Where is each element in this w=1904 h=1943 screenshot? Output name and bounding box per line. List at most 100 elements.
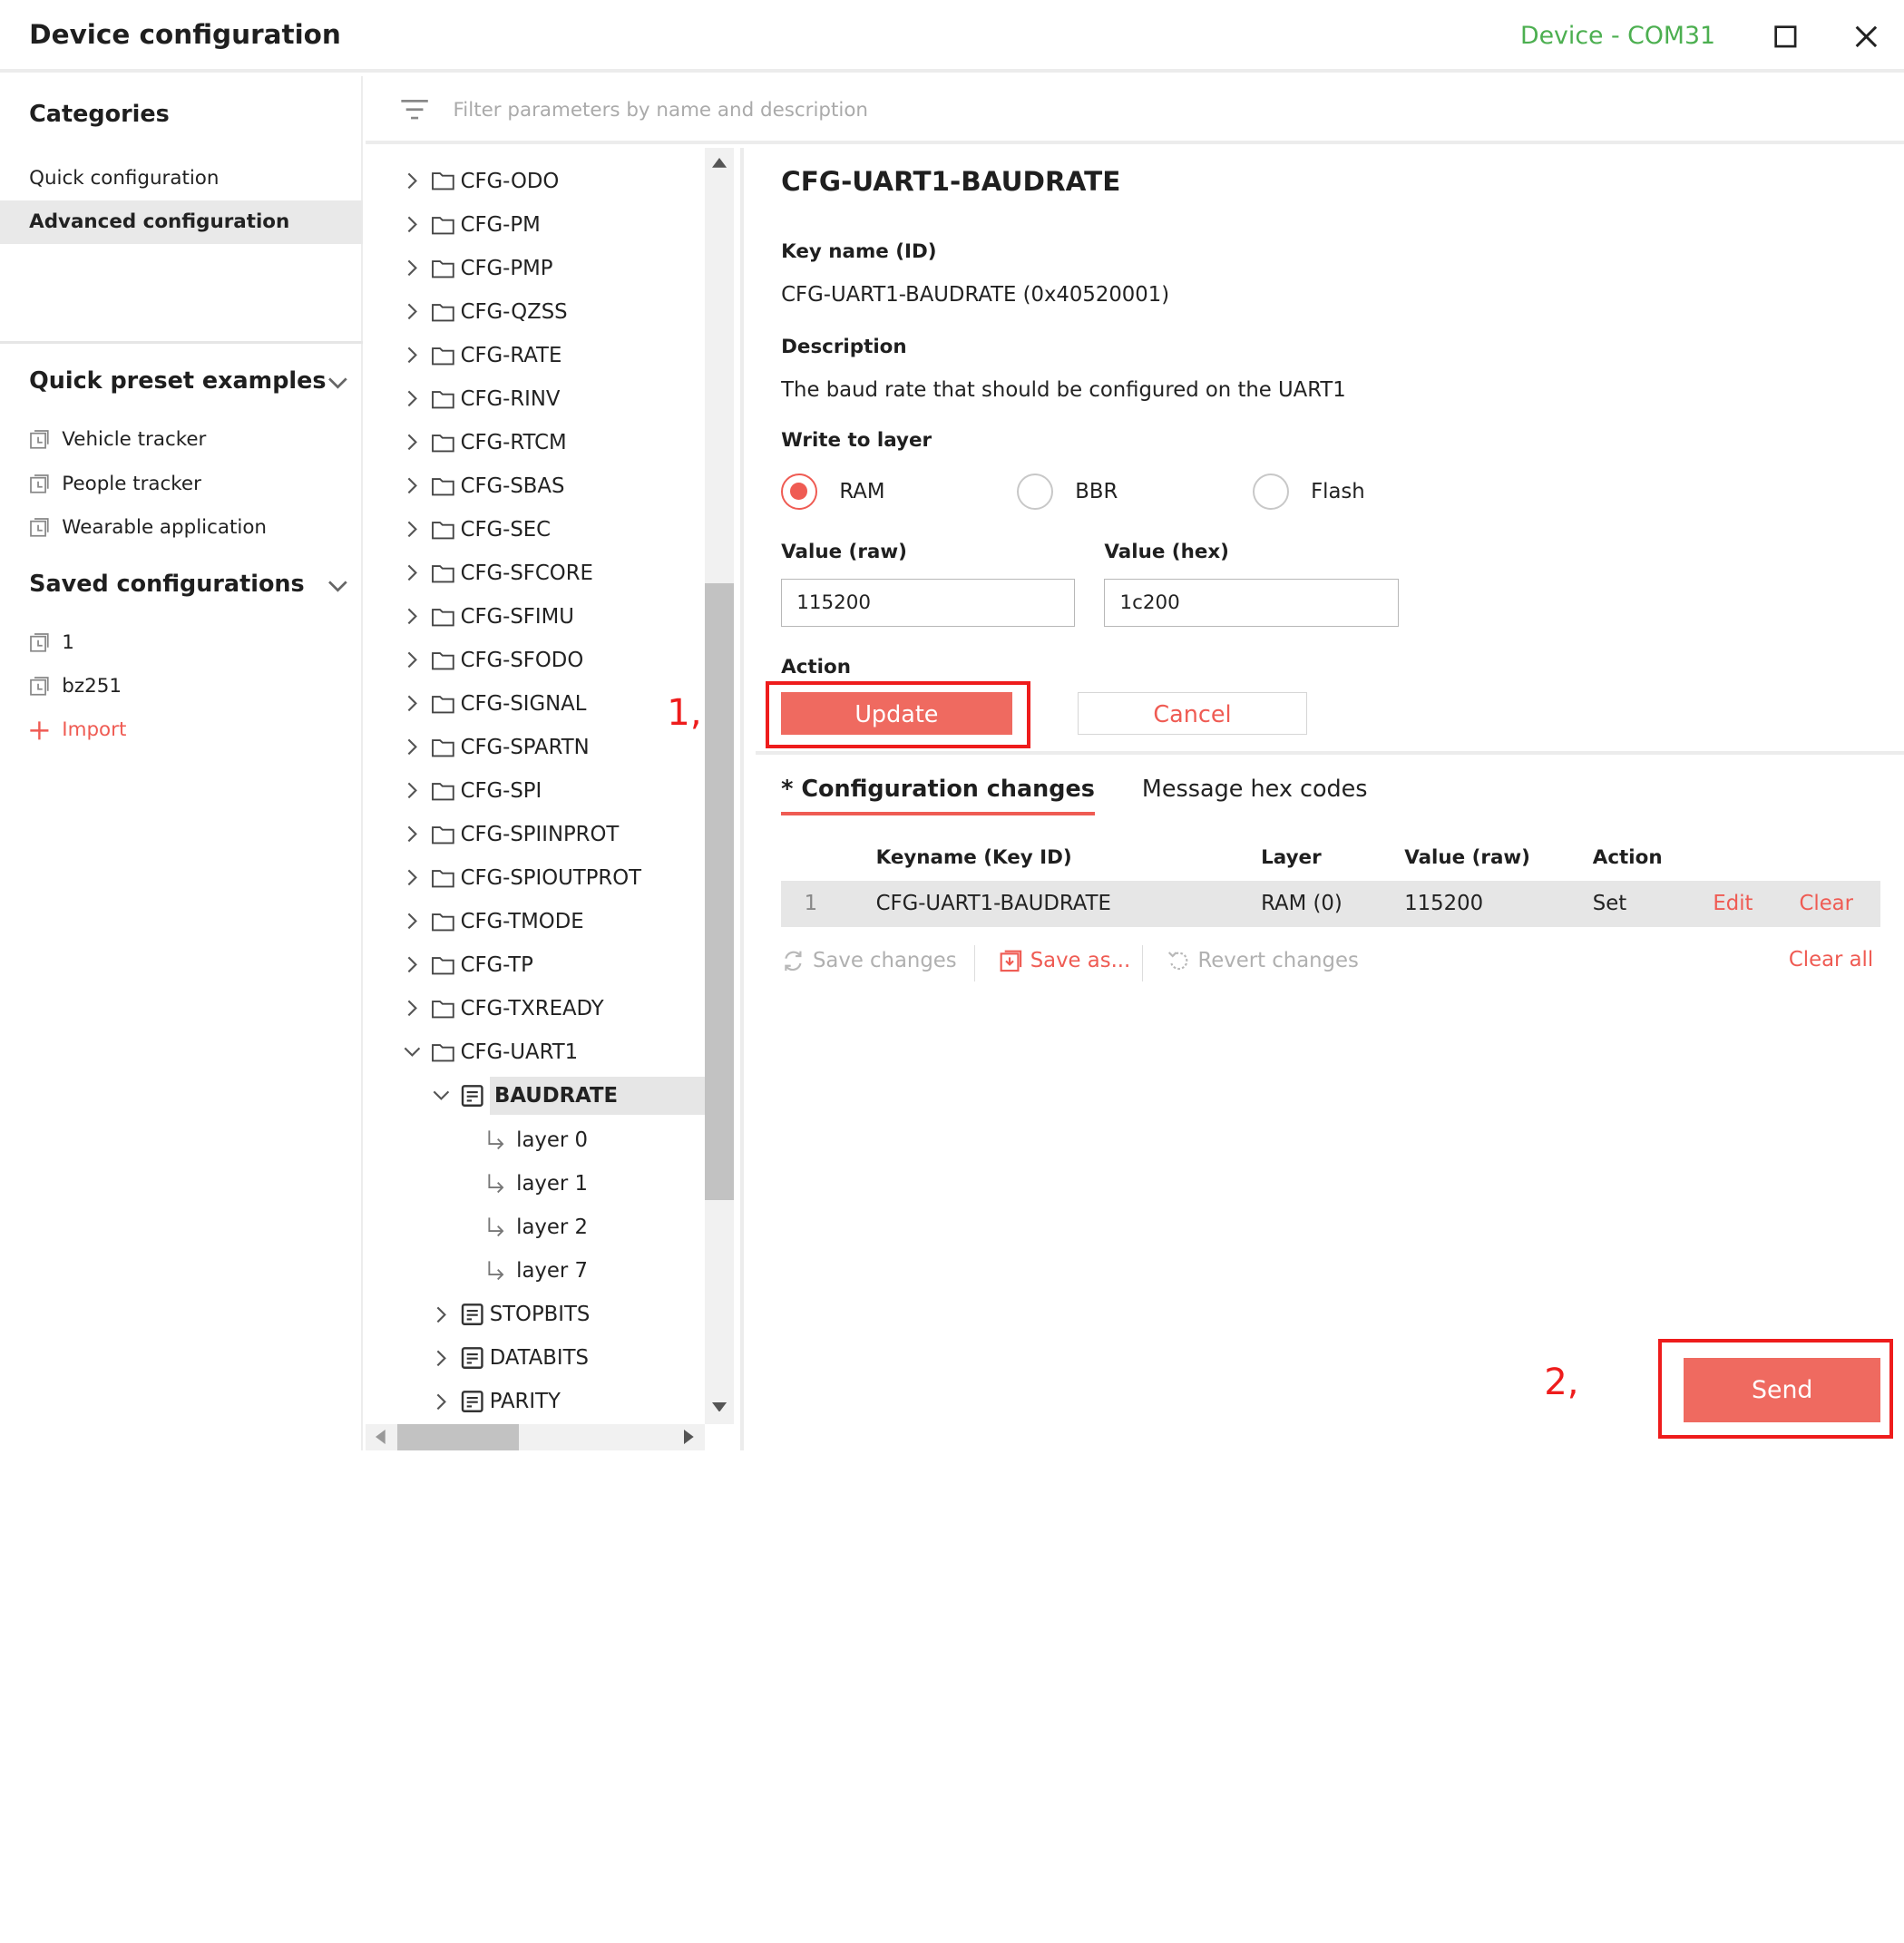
chevron-down-icon[interactable] [326,573,350,598]
scrollbar-thumb[interactable] [704,582,734,1201]
chevron-right-icon[interactable] [400,865,425,890]
import-label: Import [62,718,127,742]
tree-group-item[interactable]: CFG-SPI [400,769,542,813]
chevron-right-icon[interactable] [400,212,425,237]
preset-people-tracker[interactable]: People tracker [29,469,201,498]
preset-wearable-application[interactable]: Wearable application [29,513,267,542]
chevron-right-icon[interactable] [400,561,425,585]
cancel-button[interactable]: Cancel [1077,692,1308,736]
import-button[interactable]: Import [29,716,126,745]
write-to-layer-label: Write to layer [781,428,932,452]
chevron-right-icon[interactable] [400,474,425,498]
tree-group-item[interactable]: CFG-SBAS [400,464,564,508]
filter-input[interactable] [453,91,1790,131]
category-quick-configuration[interactable]: Quick configuration [0,157,363,200]
preset-vehicle-tracker[interactable]: Vehicle tracker [29,425,206,454]
window-title: Device configuration [29,19,341,51]
tree-group-item[interactable]: CFG-ODO [400,159,559,202]
chevron-right-icon[interactable] [400,517,425,542]
tree-layer-item[interactable]: layer 0 [484,1118,588,1162]
scroll-up-arrow[interactable] [705,151,734,175]
chevron-down-icon[interactable] [326,370,350,395]
tree-group-item[interactable]: CFG-TP [400,943,533,987]
chevron-down-icon[interactable] [429,1083,454,1108]
tree-group-item[interactable]: CFG-TXREADY [400,987,604,1030]
tree-group-item[interactable]: CFG-RTCM [400,421,567,464]
row-clear-link[interactable]: Clear [1799,892,1853,915]
chevron-right-icon[interactable] [429,1346,454,1371]
scroll-down-arrow[interactable] [705,1395,734,1420]
save-as-button[interactable]: Save as... [999,949,1130,973]
revert-changes-button[interactable]: Revert changes [1167,949,1359,973]
chevron-right-icon[interactable] [400,604,425,629]
chevron-right-icon[interactable] [400,169,425,193]
tree-vertical-scrollbar[interactable] [704,148,734,1424]
value-hex-input[interactable] [1104,578,1399,628]
tree-group-item[interactable]: CFG-SFIMU [400,595,574,639]
tree-item-label: CFG-TP [460,952,533,977]
clear-all-link[interactable]: Clear all [1789,948,1873,972]
sidebar-divider [0,341,364,344]
tree-group-item[interactable]: CFG-RATE [400,333,561,376]
tree-item-label: DATABITS [489,1346,589,1371]
tree-group-item[interactable]: CFG-PM [400,202,541,246]
chevron-right-icon[interactable] [400,691,425,716]
tree-group-item[interactable]: CFG-PMP [400,246,552,289]
chevron-right-icon[interactable] [400,648,425,672]
scrollbar-thumb[interactable] [396,1423,519,1451]
close-button[interactable] [1847,17,1886,56]
tree-group-item[interactable]: CFG-SPARTN [400,726,590,769]
triangle-up-icon [711,158,727,168]
chevron-right-icon[interactable] [400,386,425,411]
folder-icon [432,956,455,975]
value-raw-input[interactable] [781,578,1076,628]
table-row[interactable]: 1 CFG-UART1-BAUDRATE RAM (0) 115200 Set … [781,880,1881,927]
tree-param-item[interactable]: DATABITS [429,1336,589,1380]
tree-group-item[interactable]: CFG-SFODO [400,639,583,682]
save-changes-button[interactable]: Save changes [781,949,957,973]
maximize-button[interactable] [1766,17,1805,56]
tree-group-item[interactable]: CFG-SEC [400,508,551,552]
tree-param-item[interactable]: STOPBITS [429,1293,590,1336]
tree-group-item[interactable]: CFG-TMODE [400,900,584,943]
tree-horizontal-scrollbar[interactable] [366,1423,705,1451]
tree-group-expanded[interactable]: CFG-UART1 [400,1030,578,1074]
tree-param-item[interactable]: PARITY [429,1380,561,1423]
radio-flash[interactable]: Flash [1252,474,1365,511]
chevron-right-icon[interactable] [400,822,425,846]
radio-bbr[interactable]: BBR [1016,474,1118,511]
chevron-right-icon[interactable] [400,909,425,933]
chevron-right-icon[interactable] [400,952,425,977]
saved-config-1[interactable]: 1 [29,628,74,657]
tab-message-hex-codes[interactable]: Message hex codes [1142,775,1368,812]
tree-layer-item[interactable]: layer 7 [484,1249,588,1293]
chevron-right-icon[interactable] [400,778,425,803]
scroll-right-arrow[interactable] [677,1425,701,1450]
chevron-right-icon[interactable] [400,996,425,1020]
chevron-right-icon[interactable] [400,735,425,759]
chevron-down-icon[interactable] [400,1040,425,1064]
scroll-left-arrow[interactable] [368,1425,393,1450]
tree-group-item[interactable]: CFG-SPIINPROT [400,813,619,856]
category-advanced-configuration[interactable]: Advanced configuration [0,200,364,245]
tree-group-item[interactable]: CFG-QZSS [400,289,568,333]
chevron-right-icon[interactable] [400,343,425,367]
saved-config-bz251[interactable]: bz251 [29,672,122,701]
tree-param-selected[interactable]: BAUDRATE [429,1074,706,1118]
chevron-right-icon[interactable] [429,1303,454,1327]
chevron-right-icon[interactable] [400,256,425,280]
tree-group-item[interactable]: CFG-RINV [400,377,560,421]
tree-group-item[interactable]: CFG-SFCORE [400,552,593,595]
radio-ram[interactable]: RAM [781,474,885,511]
tree-layer-item[interactable]: layer 2 [484,1206,588,1249]
tab-configuration-changes[interactable]: * Configuration changes [781,775,1095,816]
tree-group-item[interactable]: CFG-SIGNAL [400,682,586,726]
chevron-right-icon[interactable] [400,430,425,454]
save-changes-label: Save changes [812,949,957,973]
action-separator [974,944,976,982]
chevron-right-icon[interactable] [400,299,425,324]
chevron-right-icon[interactable] [429,1390,454,1414]
row-edit-link[interactable]: Edit [1713,892,1753,915]
tree-layer-item[interactable]: layer 1 [484,1162,588,1206]
tree-group-item[interactable]: CFG-SPIOUTPROT [400,856,641,900]
